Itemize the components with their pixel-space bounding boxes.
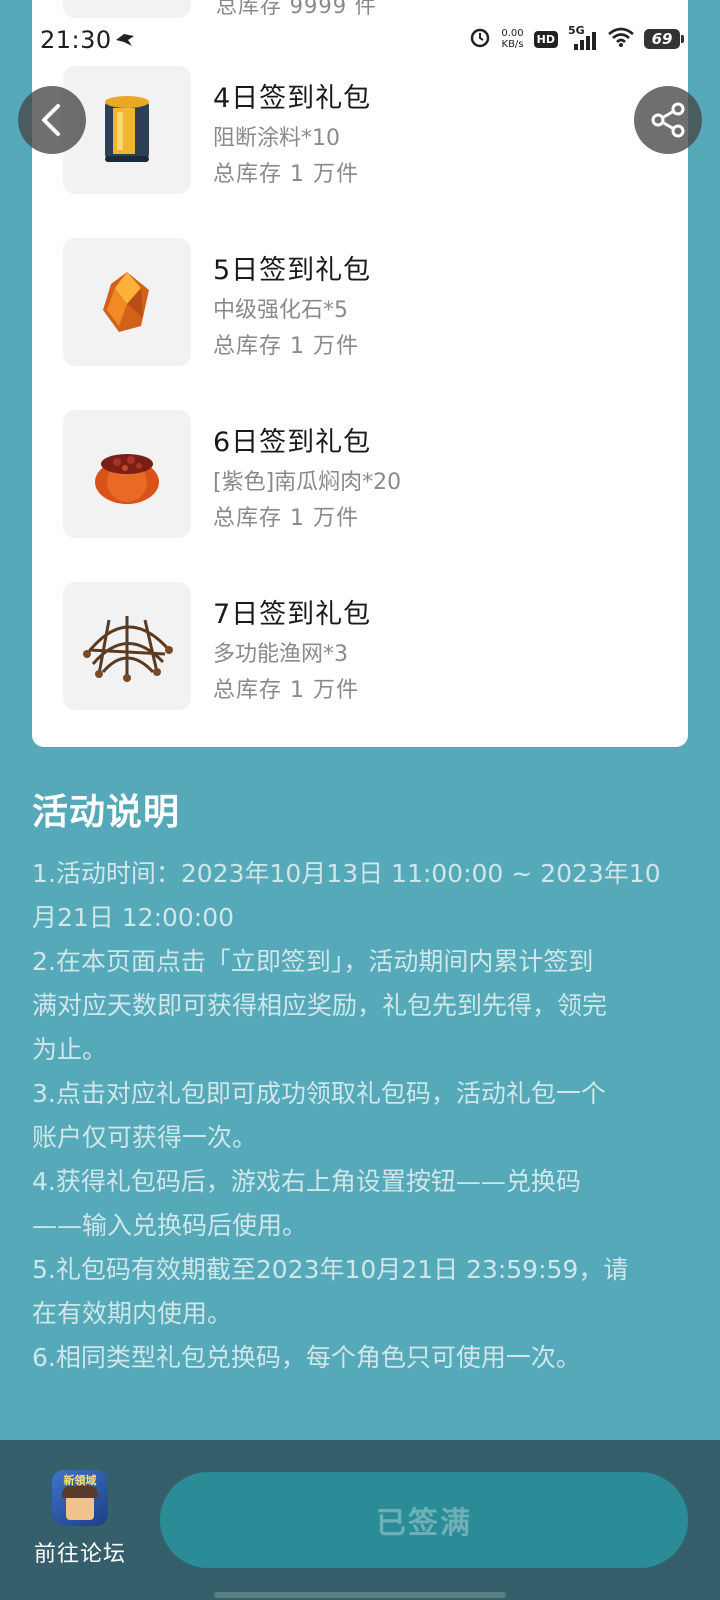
wifi-icon bbox=[608, 27, 634, 51]
gift-reward: 中级强化石*5 bbox=[213, 298, 348, 323]
description-line: 4.获得礼包码后，游戏右上角设置按钮——兑换码 bbox=[32, 1167, 581, 1196]
net-speed: 0.00 KB/s bbox=[501, 28, 523, 50]
back-button[interactable] bbox=[18, 86, 86, 154]
description-line: 满对应天数即可获得相应奖励，礼包先到先得，领完 bbox=[32, 991, 608, 1020]
gift-thumbnail bbox=[63, 582, 191, 710]
status-bar: 21:30 0.00 KB/s HD 5G 69 bbox=[0, 22, 720, 58]
app-notification-icon bbox=[114, 32, 136, 52]
gift-reward: 多功能渔网*3 bbox=[213, 642, 348, 667]
description-line: 5.礼包码有效期截至2023年10月21日 23:59:59，请 bbox=[32, 1255, 629, 1284]
gift-reward: [紫色]南瓜焖肉*20 bbox=[213, 470, 402, 495]
description-line: 1.活动时间：2023年10月13日 11:00:00 ~ 2023年10 bbox=[32, 859, 661, 888]
home-indicator[interactable] bbox=[214, 1592, 506, 1598]
signal-icon: 5G bbox=[568, 24, 598, 50]
sign-in-status-label: 已签满 bbox=[376, 1506, 472, 1541]
fishing-net-icon bbox=[83, 616, 173, 682]
go-to-forum-button[interactable]: 新領域 前往论坛 bbox=[28, 1470, 132, 1568]
description-line: 为止。 bbox=[32, 1035, 108, 1064]
gift-title: 6日签到礼包 bbox=[213, 427, 372, 458]
alarm-icon bbox=[469, 26, 491, 52]
description-line: 在有效期内使用。 bbox=[32, 1299, 233, 1328]
status-icons: 0.00 KB/s HD 5G 69 bbox=[469, 24, 684, 52]
gift-item-day6[interactable]: 6日签到礼包 [紫色]南瓜焖肉*20 总库存 1 万件 bbox=[63, 410, 663, 540]
game-app-icon: 新領域 bbox=[52, 1470, 108, 1526]
gift-item-day4[interactable]: 4日签到礼包 阻断涂料*10 总库存 1 万件 bbox=[63, 66, 663, 196]
description-line: 3.点击对应礼包即可成功领取礼包码，活动礼包一个 bbox=[32, 1079, 606, 1108]
gift-stock: 总库存 1 万件 bbox=[213, 678, 359, 703]
description-line: 6.相同类型礼包兑换码，每个角色只可使用一次。 bbox=[32, 1343, 581, 1372]
gift-stock: 总库存 1 万件 bbox=[213, 506, 359, 531]
description-line: 月21日 12:00:00 bbox=[32, 903, 235, 932]
chevron-left-icon bbox=[42, 104, 60, 136]
gift-thumbnail bbox=[63, 238, 191, 366]
description-line: ——输入兑换码后使用。 bbox=[32, 1211, 308, 1240]
forum-label: 前往论坛 bbox=[33, 1542, 126, 1567]
description-line: 2.在本页面点击「立即签到」，活动期间内累计签到 bbox=[32, 947, 594, 976]
net-speed-unit: KB/s bbox=[501, 39, 524, 50]
share-icon bbox=[651, 102, 685, 138]
bottom-action-bar: 新領域 前往论坛 已签满 bbox=[0, 1440, 720, 1600]
status-time: 21:30 bbox=[40, 26, 112, 54]
pumpkin-stew-icon bbox=[95, 454, 159, 504]
description-body: 1.活动时间：2023年10月13日 11:00:00 ~ 2023年10 月2… bbox=[32, 852, 692, 1380]
partial-gift-stock: 总库存 9999 件 bbox=[216, 0, 377, 18]
description-line: 账户仅可获得一次。 bbox=[32, 1123, 258, 1152]
gift-thumbnail bbox=[63, 410, 191, 538]
gift-title: 7日签到礼包 bbox=[213, 599, 372, 630]
gift-item-day7[interactable]: 7日签到礼包 多功能渔网*3 总库存 1 万件 bbox=[63, 582, 663, 712]
gift-stock: 总库存 1 万件 bbox=[213, 162, 359, 187]
orange-crystal-icon bbox=[103, 272, 149, 332]
description-title: 活动说明 bbox=[32, 792, 181, 833]
paint-bucket-icon bbox=[105, 96, 149, 162]
gift-title: 4日签到礼包 bbox=[213, 83, 372, 114]
hd-badge: HD bbox=[533, 30, 558, 48]
share-button[interactable] bbox=[634, 86, 702, 154]
gift-reward: 阻断涂料*10 bbox=[213, 126, 340, 151]
net-speed-value: 0.00 bbox=[501, 28, 524, 39]
sign-in-full-button[interactable]: 已签满 bbox=[160, 1472, 688, 1568]
gift-title: 5日签到礼包 bbox=[213, 255, 372, 286]
gift-stock: 总库存 1 万件 bbox=[213, 334, 359, 359]
battery-indicator: 69 bbox=[644, 29, 684, 49]
gift-list-card: 总库存 9999 件 4日签到礼包 阻断涂料*10 总库存 1 万件 5日签到礼… bbox=[32, 0, 688, 747]
gift-item-day5[interactable]: 5日签到礼包 中级强化石*5 总库存 1 万件 bbox=[63, 238, 663, 368]
partial-gift-thumbnail[interactable] bbox=[63, 0, 191, 18]
